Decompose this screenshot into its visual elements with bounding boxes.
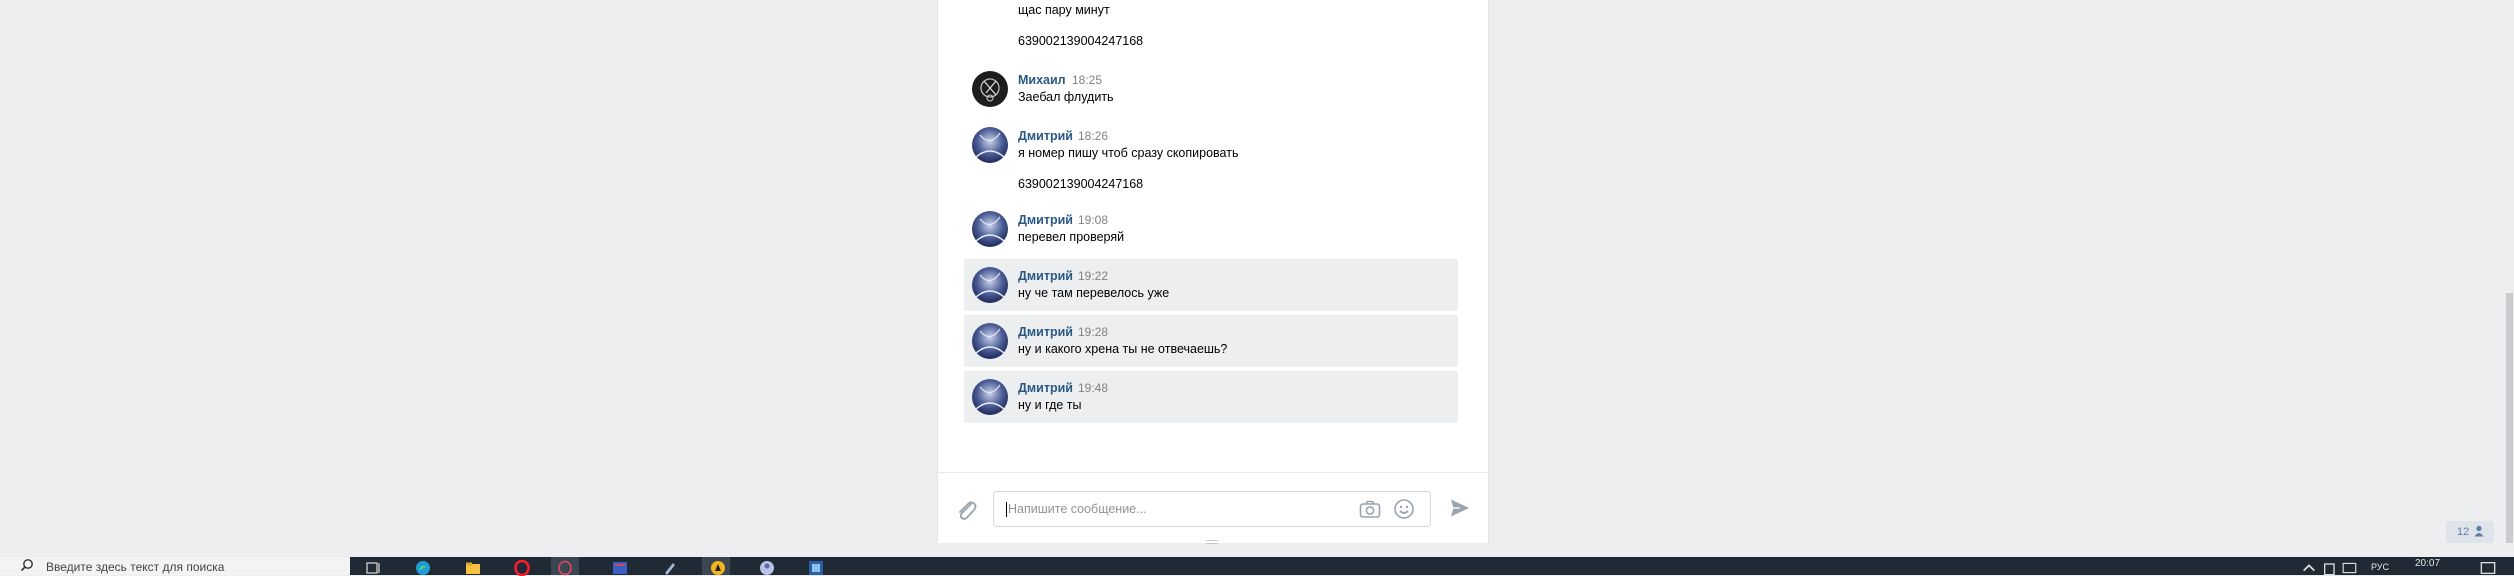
sender-name[interactable]: Дмитрий xyxy=(1018,129,1073,143)
edge-browser-icon[interactable] xyxy=(415,560,431,576)
message-text: перевел проверяй xyxy=(1018,230,1125,244)
message-time[interactable]: 19:22 xyxy=(1078,269,1108,283)
taskbar-search-placeholder: Введите здесь текст для поиска xyxy=(46,560,225,574)
message-time[interactable]: 19:08 xyxy=(1078,213,1108,227)
attach-button[interactable] xyxy=(954,497,978,523)
message-placeholder: Напишите сообщение... xyxy=(1008,502,1147,516)
send-button[interactable] xyxy=(1449,497,1471,519)
avatar[interactable] xyxy=(972,379,1008,415)
camera-button[interactable] xyxy=(1359,499,1381,519)
opera-browser-icon[interactable] xyxy=(514,560,530,576)
task-view-icon[interactable] xyxy=(366,560,382,576)
message-text: 639002139004247168 xyxy=(1018,177,1144,191)
sender-name[interactable]: Дмитрий xyxy=(1018,381,1073,395)
online-friends-badge[interactable]: 12 xyxy=(2446,521,2494,543)
message-time[interactable]: 19:28 xyxy=(1078,325,1108,339)
taskbar-search-box[interactable]: Введите здесь текст для поиска xyxy=(0,557,350,575)
message-item[interactable]: Дмитрий 19:28 ну и какого хрена ты не от… xyxy=(964,315,1458,367)
online-count: 12 xyxy=(2457,526,2470,538)
sender-name[interactable]: Дмитрий xyxy=(1018,325,1073,339)
network-icon[interactable] xyxy=(2342,560,2358,576)
sender-name[interactable]: Дмитрий xyxy=(1018,213,1073,227)
avatar[interactable] xyxy=(972,211,1008,247)
media-app-icon[interactable] xyxy=(808,560,824,576)
game-app-icon[interactable] xyxy=(710,560,726,576)
avatar[interactable] xyxy=(972,71,1008,107)
message-text: ну и где ты xyxy=(1018,398,1082,412)
message-time[interactable]: 19:48 xyxy=(1078,381,1108,395)
message-item[interactable]: Дмитрий 19:48 ну и где ты xyxy=(964,371,1458,423)
message-text: щас пару минут xyxy=(1018,3,1110,17)
avatar[interactable] xyxy=(972,127,1008,163)
search-icon xyxy=(20,559,33,572)
text-caret xyxy=(1006,502,1007,517)
app-window-icon[interactable] xyxy=(612,560,628,576)
profile-app-icon[interactable] xyxy=(759,560,775,576)
taskbar-clock[interactable]: 20:07 xyxy=(2415,558,2440,569)
resize-handle[interactable] xyxy=(1206,532,1218,544)
sender-name[interactable]: Михаил xyxy=(1018,73,1066,87)
notifications-icon[interactable] xyxy=(2480,560,2496,576)
avatar[interactable] xyxy=(972,267,1008,303)
pen-app-icon[interactable] xyxy=(662,560,678,576)
composer-divider xyxy=(937,472,1489,473)
input-language[interactable]: РУС xyxy=(2371,562,2389,572)
tray-chevron-up-icon[interactable] xyxy=(2301,560,2317,576)
scrollbar-thumb[interactable] xyxy=(2506,293,2513,543)
message-text: ну и какого хрена ты не отвечаешь? xyxy=(1018,342,1228,356)
message-text: ну че там перевелось уже xyxy=(1018,286,1170,300)
message-time[interactable]: 18:25 xyxy=(1072,73,1102,87)
message-item[interactable]: Михаил 18:25 Заебал флудить xyxy=(964,63,1458,115)
camera-icon xyxy=(1359,500,1381,518)
paperclip-icon xyxy=(959,501,977,520)
person-icon xyxy=(2474,525,2484,537)
file-explorer-icon[interactable] xyxy=(465,560,481,576)
avatar[interactable] xyxy=(972,323,1008,359)
taskbar: Введите здесь текст для поиска РУС 20:07 xyxy=(0,557,2514,576)
send-icon xyxy=(1451,499,1469,517)
message-item[interactable]: Дмитрий 18:26 я номер пишу чтоб сразу ск… xyxy=(964,119,1458,171)
message-item[interactable]: Дмитрий 19:08 перевел проверяй xyxy=(964,203,1458,255)
message-text: Заебал флудить xyxy=(1018,90,1114,104)
message-text: я номер пишу чтоб сразу скопировать xyxy=(1018,146,1239,160)
opera-gx-icon[interactable] xyxy=(557,560,573,576)
message-time[interactable]: 18:26 xyxy=(1078,129,1108,143)
message-text: 639002139004247168 xyxy=(1018,34,1144,48)
message-item[interactable]: Дмитрий 19:22 ну че там перевелось уже xyxy=(964,259,1458,311)
battery-icon[interactable] xyxy=(2322,560,2338,576)
sender-name[interactable]: Дмитрий xyxy=(1018,269,1073,283)
smiley-icon xyxy=(1394,499,1414,519)
emoji-button[interactable] xyxy=(1393,498,1415,520)
